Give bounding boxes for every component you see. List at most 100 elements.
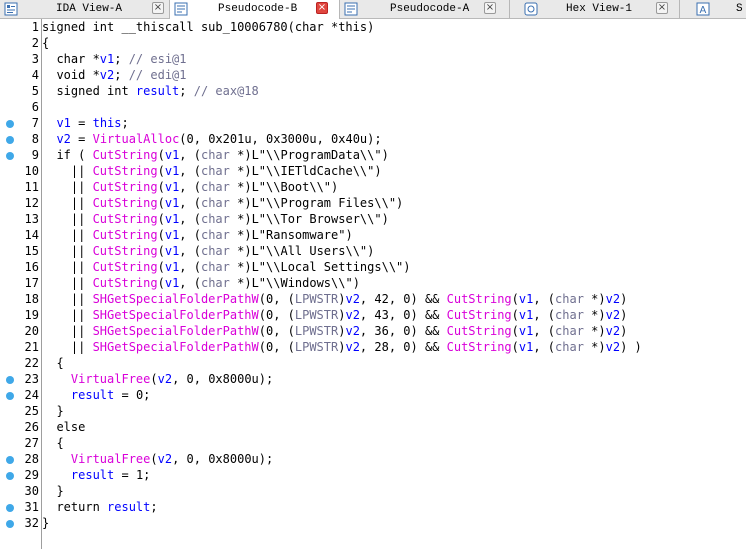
code-line[interactable]: 6 — [0, 99, 746, 115]
code-line[interactable]: 29 result = 1; — [0, 467, 746, 483]
code-token: *) — [583, 324, 606, 338]
code-token: , ( — [179, 180, 201, 194]
tab-bar: IDA View-A × Pseudocode-B × Pseudocode-A… — [0, 0, 746, 19]
code-line[interactable]: 8 v2 = VirtualAlloc(0, 0x201u, 0x3000u, … — [0, 131, 746, 147]
code-token: *) — [583, 308, 606, 322]
line-number: 17 — [24, 276, 39, 290]
code-token: ( — [157, 244, 165, 258]
tab-label: Pseudocode-A — [390, 3, 470, 15]
line-number: 23 — [24, 372, 39, 386]
code-text: } — [42, 515, 49, 531]
code-token: v2 — [157, 452, 173, 466]
code-token: char — [200, 196, 230, 210]
code-token: else — [42, 420, 86, 434]
tab-label: Hex View-1 — [566, 3, 633, 15]
code-token: v1 — [56, 116, 71, 130]
code-line[interactable]: 32} — [0, 515, 746, 531]
line-number: 6 — [31, 100, 39, 114]
code-token: *)L"\\Windows\\") — [229, 276, 360, 290]
code-line[interactable]: 5 signed int result; // eax@18 — [0, 83, 746, 99]
code-token: result — [70, 468, 115, 482]
code-line[interactable]: 15 || CutString(v1, (char *)L"\\All User… — [0, 243, 746, 259]
code-token: result — [135, 84, 180, 98]
code-token: , ( — [533, 340, 556, 354]
code-token: || — [42, 308, 93, 322]
code-token: v1 — [518, 324, 534, 338]
code-token: *)L"\\Program Files\\") — [229, 196, 404, 210]
code-text: || CutString(v1, (char *)L"\\Boot\\") — [42, 179, 338, 195]
code-token: char — [200, 164, 230, 178]
code-line[interactable]: 25 } — [0, 403, 746, 419]
line-number: 27 — [24, 436, 39, 450]
close-icon[interactable]: × — [656, 2, 668, 14]
code-token: { — [42, 36, 50, 50]
code-line[interactable]: 13 || CutString(v1, (char *)L"\\Tor Brow… — [0, 211, 746, 227]
line-number: 10 — [24, 164, 39, 178]
code-line[interactable]: 9 if ( CutString(v1, (char *)L"\\Program… — [0, 147, 746, 163]
code-token: v1 — [164, 180, 180, 194]
code-token: *)L"\\ProgramData\\") — [229, 148, 389, 162]
code-token: result — [107, 500, 151, 514]
code-token: v2 — [99, 68, 115, 82]
code-line[interactable]: 12 || CutString(v1, (char *)L"\\Program … — [0, 195, 746, 211]
code-line[interactable]: 22 { — [0, 355, 746, 371]
code-line[interactable]: 20 || SHGetSpecialFolderPathW(0, (LPWSTR… — [0, 323, 746, 339]
code-line[interactable]: 23 VirtualFree(v2, 0, 0x8000u); — [0, 371, 746, 387]
code-line[interactable]: 24 result = 0; — [0, 387, 746, 403]
code-token: || — [42, 180, 93, 194]
code-token: , ( — [179, 148, 201, 162]
tab-structures[interactable]: A S — [680, 0, 746, 18]
code-line[interactable]: 27 { — [0, 435, 746, 451]
close-icon[interactable]: × — [316, 2, 328, 14]
close-icon[interactable]: × — [152, 2, 164, 14]
code-line[interactable]: 18 || SHGetSpecialFolderPathW(0, (LPWSTR… — [0, 291, 746, 307]
code-line[interactable]: 10 || CutString(v1, (char *)L"\\IETldCac… — [0, 163, 746, 179]
code-line[interactable]: 4 void *v2; // edi@1 — [0, 67, 746, 83]
code-token: || — [42, 276, 93, 290]
code-token: ; — [114, 52, 129, 66]
pseudocode-view[interactable]: 1 signed int __thiscall sub_10006780(char… — [0, 19, 746, 549]
line-number: 1 — [31, 20, 39, 34]
code-line[interactable]: 1 signed int __thiscall sub_10006780(char… — [0, 19, 746, 35]
code-token: char — [555, 308, 584, 322]
line-number: 21 — [24, 340, 39, 354]
code-line[interactable]: 31 return result; — [0, 499, 746, 515]
line-number: 31 — [24, 500, 39, 514]
code-token: ( — [150, 452, 158, 466]
close-icon[interactable]: × — [484, 2, 496, 14]
code-token: v2 — [345, 292, 360, 306]
code-text: || SHGetSpecialFolderPathW(0, (LPWSTR)v2… — [42, 339, 642, 355]
code-token: LPWSTR — [294, 292, 339, 306]
code-line[interactable]: 30 } — [0, 483, 746, 499]
code-line[interactable]: 19 || SHGetSpecialFolderPathW(0, (LPWSTR… — [0, 307, 746, 323]
line-number: 3 — [31, 52, 39, 66]
code-token: *) — [583, 340, 606, 354]
code-line[interactable]: 14 || CutString(v1, (char *)L"Ransomware… — [0, 227, 746, 243]
code-token: VirtualAlloc — [92, 132, 180, 146]
code-line[interactable]: 21 || SHGetSpecialFolderPathW(0, (LPWSTR… — [0, 339, 746, 355]
code-token: v1 — [164, 244, 180, 258]
code-token: v1 — [99, 52, 115, 66]
code-line[interactable]: 7 v1 = this; — [0, 115, 746, 131]
tab-hex-view-1[interactable]: Hex View-1 × — [510, 0, 680, 18]
code-token: (0, ( — [258, 324, 295, 338]
code-line[interactable]: 26 else — [0, 419, 746, 435]
line-number: 26 — [24, 420, 39, 434]
line-number: 12 — [24, 196, 39, 210]
code-line[interactable]: 2{ — [0, 35, 746, 51]
code-line[interactable]: 11 || CutString(v1, (char *)L"\\Boot\\") — [0, 179, 746, 195]
tab-pseudocode-a[interactable]: Pseudocode-A × — [340, 0, 510, 18]
code-token: , 0, 0x8000u); — [172, 452, 274, 466]
code-line[interactable]: 17 || CutString(v1, (char *)L"\\Windows\… — [0, 275, 746, 291]
tab-pseudocode-b[interactable]: Pseudocode-B × — [170, 0, 340, 19]
line-number: 30 — [24, 484, 39, 498]
code-line[interactable]: 16 || CutString(v1, (char *)L"\\Local Se… — [0, 259, 746, 275]
code-line[interactable]: 28 VirtualFree(v2, 0, 0x8000u); — [0, 451, 746, 467]
line-number: 7 — [31, 116, 39, 130]
code-token: , ( — [179, 164, 201, 178]
tab-ida-view-a[interactable]: IDA View-A × — [0, 0, 170, 18]
code-line[interactable]: 3 char *v1; // esi@1 — [0, 51, 746, 67]
code-token: ( — [157, 164, 165, 178]
